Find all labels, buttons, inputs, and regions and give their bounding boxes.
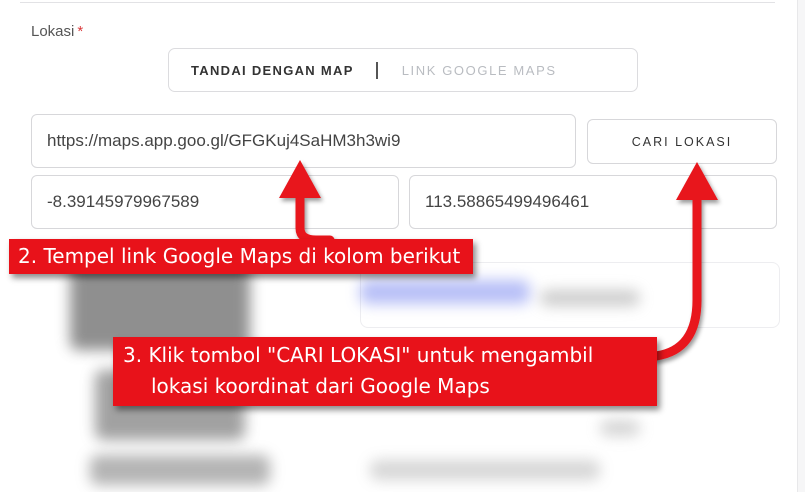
arrow-up-icon <box>676 162 718 200</box>
arrow-step3 <box>651 190 702 361</box>
step3-line1: 3. Klik tombol "CARI LOKASI" untuk menga… <box>123 343 594 367</box>
step3-line2: lokasi koordinat dari Google Maps <box>151 374 490 398</box>
step2-callout: 2. Tempel link Google Maps di kolom beri… <box>9 239 474 274</box>
arrow-up-icon <box>279 160 321 198</box>
step3-callout: 3. Klik tombol "CARI LOKASI" untuk menga… <box>113 337 657 406</box>
